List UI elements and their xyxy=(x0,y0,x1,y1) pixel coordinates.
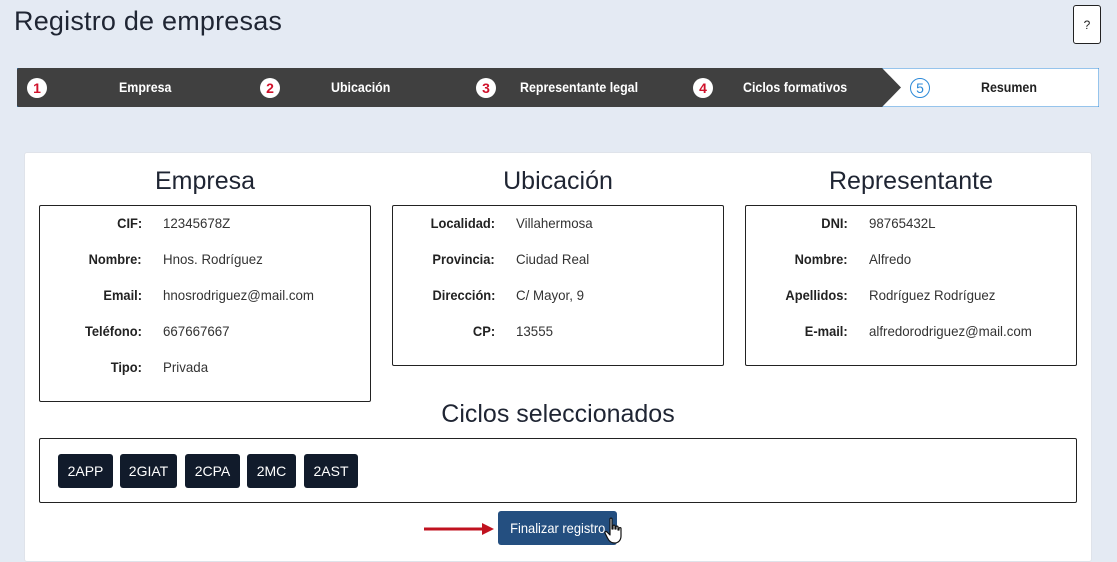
field-value: 13555 xyxy=(516,323,553,339)
field-row: Nombre: Alfredo xyxy=(746,251,1076,271)
step-number-active: 5 xyxy=(910,77,930,98)
step-number: 1 xyxy=(27,77,47,98)
field-row: CP: 13555 xyxy=(393,323,723,343)
field-value: 98765432L xyxy=(869,215,936,231)
ciclos-box: 2APP 2GIAT 2CPA 2MC 2AST xyxy=(39,438,1077,503)
ciclo-chip[interactable]: 2CPA xyxy=(185,454,240,488)
step-label: Ubicación xyxy=(331,80,391,95)
field-value: Ciudad Real xyxy=(516,251,590,267)
field-row: E-mail: alfredorodriguez@mail.com xyxy=(746,323,1076,343)
field-label: DNI: xyxy=(821,215,848,231)
field-row: Tipo: Privada xyxy=(40,359,370,379)
step-ubicacion[interactable]: 2 Ubicación xyxy=(260,68,460,107)
field-value: Hnos. Rodríguez xyxy=(163,251,263,267)
step-label: Representante legal xyxy=(520,80,639,95)
step-label: Empresa xyxy=(119,80,172,95)
field-label: Nombre: xyxy=(89,251,142,267)
step-empresa[interactable]: 1 Empresa xyxy=(27,68,227,107)
field-value: hnosrodriguez@mail.com xyxy=(163,287,315,303)
step-ciclos-formativos[interactable]: 4 Ciclos formativos xyxy=(693,68,883,107)
empresa-title: Empresa xyxy=(154,167,256,195)
step-number: 2 xyxy=(260,77,280,98)
field-row: Provincia: Ciudad Real xyxy=(393,251,723,271)
red-arrow-icon xyxy=(424,523,494,535)
finalizar-registro-label: Finalizar registro xyxy=(509,520,606,536)
field-row: Localidad: Villahermosa xyxy=(393,215,723,235)
field-row: Nombre: Hnos. Rodríguez xyxy=(40,251,370,271)
ciclo-chip[interactable]: 2MC xyxy=(247,454,296,488)
step-label: Ciclos formativos xyxy=(743,80,848,95)
step-representante-legal[interactable]: 3 Representante legal xyxy=(476,68,696,107)
field-label: E-mail: xyxy=(805,323,848,339)
field-label: Email: xyxy=(103,287,142,303)
ciclo-chip[interactable]: 2AST xyxy=(304,454,358,488)
step-resumen[interactable]: 5 Resumen xyxy=(910,68,1090,107)
field-label: Apellidos: xyxy=(785,287,848,303)
field-row: Dirección: C/ Mayor, 9 xyxy=(393,287,723,307)
field-row: CIF: 12345678Z xyxy=(40,215,370,235)
hand-pointer-cursor-icon xyxy=(604,517,622,544)
ubicacion-title: Ubicación xyxy=(503,167,613,195)
step-number: 4 xyxy=(693,77,713,98)
ubicacion-box: Localidad: Villahermosa Provincia: Ciuda… xyxy=(392,205,724,366)
field-value: Villahermosa xyxy=(516,215,593,231)
help-button[interactable]: ? xyxy=(1073,5,1101,44)
ciclo-chip[interactable]: 2GIAT xyxy=(120,454,177,488)
field-label: CP: xyxy=(472,323,495,339)
field-row: Apellidos: Rodríguez Rodríguez xyxy=(746,287,1076,307)
finalizar-registro-button[interactable]: Finalizar registro xyxy=(498,511,617,545)
field-label: Provincia: xyxy=(432,251,495,267)
field-row: DNI: 98765432L xyxy=(746,215,1076,235)
field-value: alfredorodriguez@mail.com xyxy=(869,323,1032,339)
field-label: Nombre: xyxy=(795,251,848,267)
ciclo-chip[interactable]: 2APP xyxy=(58,454,113,488)
field-value: C/ Mayor, 9 xyxy=(516,287,585,303)
field-value: Alfredo xyxy=(869,251,912,267)
field-label: Localidad: xyxy=(430,215,495,231)
step-label-active: Resumen xyxy=(981,80,1037,95)
representante-title: Representante xyxy=(828,167,993,195)
ciclos-title: Ciclos seleccionados xyxy=(441,400,675,428)
field-label: Teléfono: xyxy=(84,323,142,339)
field-label: Tipo: xyxy=(110,359,142,375)
field-value: Privada xyxy=(163,359,209,375)
field-value: 12345678Z xyxy=(163,215,231,231)
representante-box: DNI: 98765432L Nombre: Alfredo Apellidos… xyxy=(745,205,1077,366)
field-value: Rodríguez Rodríguez xyxy=(869,287,996,303)
field-row: Email: hnosrodriguez@mail.com xyxy=(40,287,370,307)
field-row: Teléfono: 667667667 xyxy=(40,323,370,343)
page-title: Registro de empresas xyxy=(14,6,283,36)
field-label: CIF: xyxy=(116,215,142,231)
summary-card: Empresa CIF: 12345678Z Nombre: Hnos. Rod… xyxy=(24,152,1092,562)
field-value: 667667667 xyxy=(163,323,230,339)
wizard-stepper: 1 Empresa 2 Ubicación 3 Representante le… xyxy=(17,68,1099,107)
step-number: 3 xyxy=(476,77,496,98)
empresa-box: CIF: 12345678Z Nombre: Hnos. Rodríguez E… xyxy=(39,205,371,402)
field-label: Dirección: xyxy=(432,287,495,303)
